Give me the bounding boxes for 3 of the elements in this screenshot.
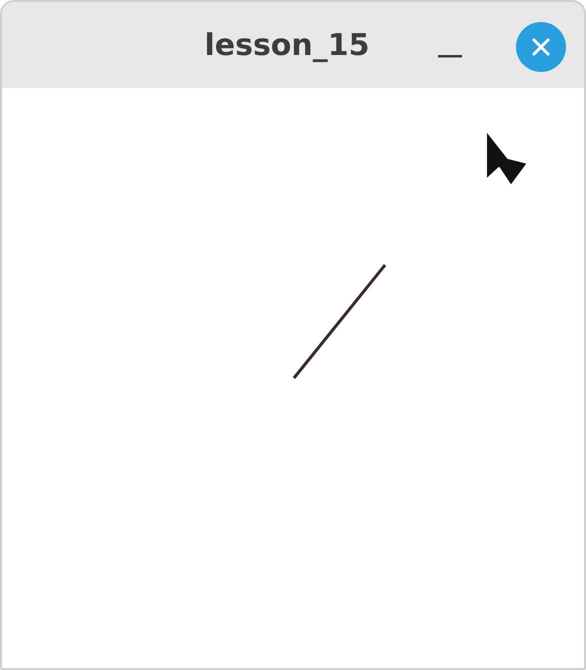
close-button[interactable]: [516, 22, 566, 72]
window-title: lesson_15: [204, 28, 370, 62]
minimize-icon: [438, 54, 462, 58]
